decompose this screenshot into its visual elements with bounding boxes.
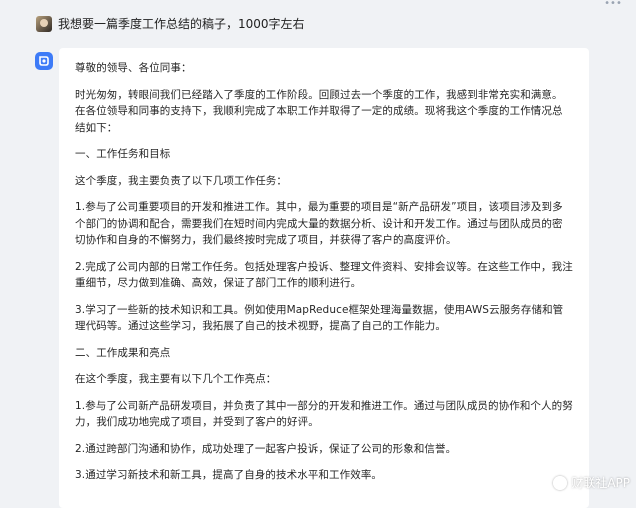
section-heading: 一、工作任务和目标 [75, 148, 171, 160]
more-options-icon[interactable]: ••• [598, 0, 628, 9]
user-message-text: 我想要一篇季度工作总结的稿子，1000字左右 [58, 17, 305, 31]
answer-paragraph: 在这个季度，我主要有以下几个工作亮点： [75, 373, 277, 385]
watermark: 财联社APP [553, 474, 630, 491]
answer-paragraph: 2.通过跨部门沟通和协作，成功处理了一起客户投诉，保证了公司的形象和信誉。 [75, 442, 457, 455]
answer-content: 尊敬的领导、各位同事： 时光匆匆，转眼间我们已经踏入了季度的工作阶段。回顾过去一… [75, 60, 573, 494]
answer-paragraph: 1.参与了公司新产品研发项目，并负责了其中一部分的开发和推进工作。通过与团队成员… [75, 399, 573, 429]
section-heading: 二、工作成果和亮点 [75, 346, 171, 359]
answer-paragraph: 尊敬的领导、各位同事： [75, 62, 192, 74]
user-message-row: 我想要一篇季度工作总结的稿子，1000字左右 ••• [0, 0, 636, 44]
answer-paragraph: 1.参与了公司重要项目的开发和推进工作。其中，最为重要的项目是“新产品研发”项目… [75, 201, 563, 246]
answer-paragraph: 3.通过学习新技术和新工具，提高了自身的技术水平和工作效率。 [75, 469, 383, 481]
answer-paragraph: 这个季度，我主要负责了以下几项工作任务： [75, 174, 287, 187]
answer-paragraph: 时光匆匆，转眼间我们已经踏入了季度的工作阶段。回顾过去一个季度的工作，我感到非常… [75, 88, 563, 134]
watermark-logo-icon [553, 476, 568, 490]
answer-paragraph: 3.学习了一些新的技术知识和工具。例如使用MapReduce框架处理海量数据，使… [75, 303, 564, 333]
watermark-text: 财联社APP [571, 476, 630, 490]
user-avatar [36, 16, 52, 32]
answer-card: 尊敬的领导、各位同事： 时光匆匆，转眼间我们已经踏入了季度的工作阶段。回顾过去一… [59, 48, 589, 508]
bot-avatar-icon [35, 52, 53, 70]
answer-paragraph: 2.完成了公司内部的日常工作任务。包括处理客户投诉、整理文件资料、安排会议等。在… [75, 260, 573, 290]
